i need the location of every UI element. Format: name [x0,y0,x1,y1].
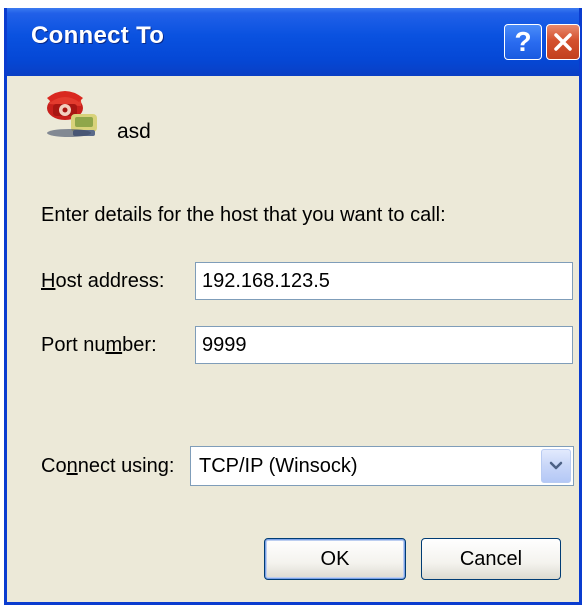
telephone-connection-icon [47,91,97,137]
connect-using-select[interactable]: TCP/IP (Winsock) [190,446,574,486]
help-button[interactable]: ? [504,24,542,60]
port-number-label: Port number: [41,334,157,356]
close-button[interactable] [546,24,580,60]
session-name: asd [117,120,151,143]
host-address-input[interactable] [195,262,573,300]
chevron-down-icon [549,461,563,470]
host-address-label: Host address: [41,270,165,292]
connect-to-dialog: Connect To ? asd Enter details for the h… [4,8,582,605]
cancel-button[interactable]: Cancel [421,538,561,580]
title-bar[interactable]: Connect To ? [7,8,580,76]
connect-using-value: TCP/IP (Winsock) [199,455,358,477]
close-icon [554,33,572,51]
instructions-text: Enter details for the host that you want… [41,204,446,226]
dialog-content: asd Enter details for the host that you … [7,76,579,602]
port-number-input[interactable] [195,326,573,364]
connect-using-label: Connect using: [41,455,175,477]
help-icon: ? [514,26,532,57]
window-title: Connect To [31,22,165,49]
ok-button[interactable]: OK [264,538,406,580]
dropdown-button[interactable] [541,449,571,483]
